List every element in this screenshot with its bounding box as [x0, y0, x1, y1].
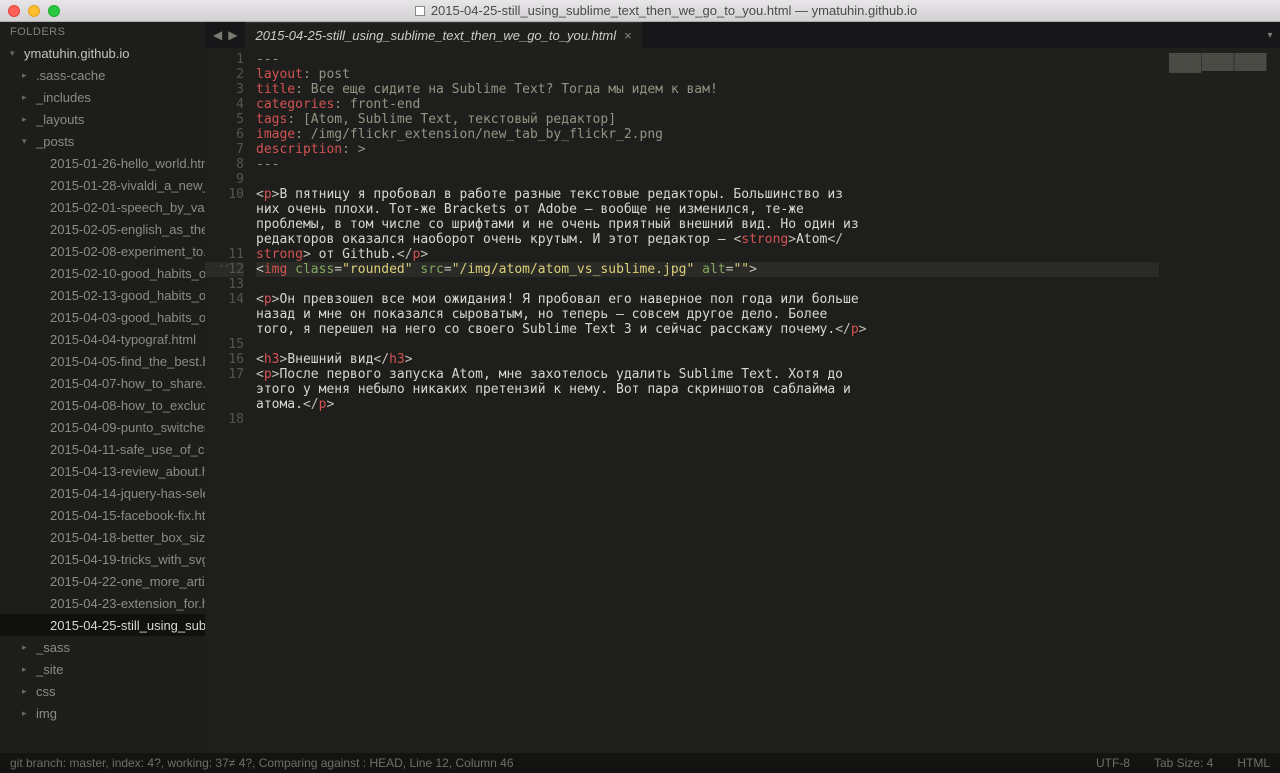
sidebar-file[interactable]: 2015-04-07-how_to_share.html: [0, 372, 205, 394]
minimize-window-button[interactable]: [28, 5, 40, 17]
tab-active[interactable]: 2015-04-25-still_using_sublime_text_then…: [245, 22, 641, 48]
sidebar-file[interactable]: 2015-04-11-safe_use_of_cookies.html: [0, 438, 205, 460]
sidebar-file[interactable]: 2015-04-13-review_about.html: [0, 460, 205, 482]
sidebar-folder[interactable]: ▸img: [0, 702, 205, 724]
sidebar-folder[interactable]: ▸_includes: [0, 86, 205, 108]
sidebar-file[interactable]: 2015-02-05-english_as_the.html: [0, 218, 205, 240]
sidebar-folder[interactable]: ▸_layouts: [0, 108, 205, 130]
nav-back-icon[interactable]: ◀: [213, 28, 222, 42]
sidebar-file[interactable]: 2015-02-10-good_habits_of.html: [0, 262, 205, 284]
chevron-right-icon: ▸: [22, 114, 32, 125]
tab-bar: ◀ ▶ 2015-04-25-still_using_sublime_text_…: [205, 22, 1280, 48]
traffic-lights: [8, 5, 60, 17]
sidebar-file[interactable]: 2015-04-14-jquery-has-selector.html: [0, 482, 205, 504]
chevron-right-icon: ▸: [22, 664, 32, 675]
sidebar-file[interactable]: 2015-04-09-punto_switcher.html: [0, 416, 205, 438]
sidebar-file[interactable]: 2015-04-04-typograf.html: [0, 328, 205, 350]
chevron-right-icon: ▸: [22, 686, 32, 697]
sidebar-project[interactable]: ▾ymatuhin.github.io: [0, 42, 205, 64]
tab-label: 2015-04-25-still_using_sublime_text_then…: [255, 28, 616, 43]
chevron-right-icon: ▸: [22, 92, 32, 103]
sidebar-folder[interactable]: ▸.sass-cache: [0, 64, 205, 86]
sidebar-file[interactable]: 2015-02-13-good_habits_of.html: [0, 284, 205, 306]
sidebar-file[interactable]: 2015-04-15-facebook-fix.html: [0, 504, 205, 526]
sidebar-file[interactable]: 2015-04-22-one_more_article.html: [0, 570, 205, 592]
sidebar-file[interactable]: 2015-04-19-tricks_with_svg.html: [0, 548, 205, 570]
close-window-button[interactable]: [8, 5, 20, 17]
sidebar-file[interactable]: 2015-04-25-still_using_sublime.html: [0, 614, 205, 636]
sidebar-folder[interactable]: ▸_sass: [0, 636, 205, 658]
sidebar-file[interactable]: 2015-04-05-find_the_best.html: [0, 350, 205, 372]
sidebar-folder[interactable]: ▸_site: [0, 658, 205, 680]
sidebar-file[interactable]: 2015-04-08-how_to_exclude.html: [0, 394, 205, 416]
sidebar-file[interactable]: 2015-04-03-good_habits_of.html: [0, 306, 205, 328]
chevron-right-icon: ▸: [22, 708, 32, 719]
status-encoding[interactable]: UTF-8: [1096, 756, 1130, 770]
chevron-down-icon: ▾: [10, 48, 20, 59]
line-gutter[interactable]: 12345678910 11121314 151617 18: [205, 48, 250, 753]
status-syntax[interactable]: HTML: [1237, 756, 1270, 770]
file-icon: [415, 6, 425, 16]
sidebar-file[interactable]: 2015-02-08-experiment_to.html: [0, 240, 205, 262]
nav-forward-icon[interactable]: ▶: [228, 28, 237, 42]
sidebar-header: FOLDERS: [0, 22, 205, 42]
sidebar-file[interactable]: 2015-04-23-extension_for.html: [0, 592, 205, 614]
status-git[interactable]: git branch: master, index: 4?, working: …: [10, 756, 514, 770]
window-title: 2015-04-25-still_using_sublime_text_then…: [431, 3, 917, 18]
minimap[interactable]: ▄▄▄▄▄▄▄▄▄▄▄▄▄▄▄▄▄▄▄▄▄▄▄▄▄▄▄▄▄▄▄▄▄▄▄▄▄▄▄▄…: [1165, 48, 1280, 753]
sidebar-file[interactable]: 2015-01-28-vivaldi_a_new_browser.html: [0, 174, 205, 196]
sidebar-file[interactable]: 2015-04-18-better_box_sizing.html: [0, 526, 205, 548]
chevron-right-icon: ▸: [22, 642, 32, 653]
sidebar[interactable]: FOLDERS ▾ymatuhin.github.io ▸.sass-cache…: [0, 22, 205, 753]
chevron-right-icon: ▸: [22, 70, 32, 81]
sidebar-folder[interactable]: ▸css: [0, 680, 205, 702]
sidebar-file[interactable]: 2015-02-01-speech_by_vadim.html: [0, 196, 205, 218]
tab-overflow-icon[interactable]: ▾: [1260, 22, 1280, 48]
sidebar-folder-posts[interactable]: ▾_posts: [0, 130, 205, 152]
status-bar: git branch: master, index: 4?, working: …: [0, 753, 1280, 773]
code-editor[interactable]: ---layout: posttitle: Все еще сидите на …: [250, 48, 1165, 753]
tab-close-icon[interactable]: ×: [624, 28, 632, 43]
status-tabsize[interactable]: Tab Size: 4: [1154, 756, 1213, 770]
zoom-window-button[interactable]: [48, 5, 60, 17]
sidebar-file[interactable]: 2015-01-26-hello_world.html: [0, 152, 205, 174]
window-titlebar: 2015-04-25-still_using_sublime_text_then…: [0, 0, 1280, 22]
chevron-down-icon: ▾: [22, 136, 32, 147]
